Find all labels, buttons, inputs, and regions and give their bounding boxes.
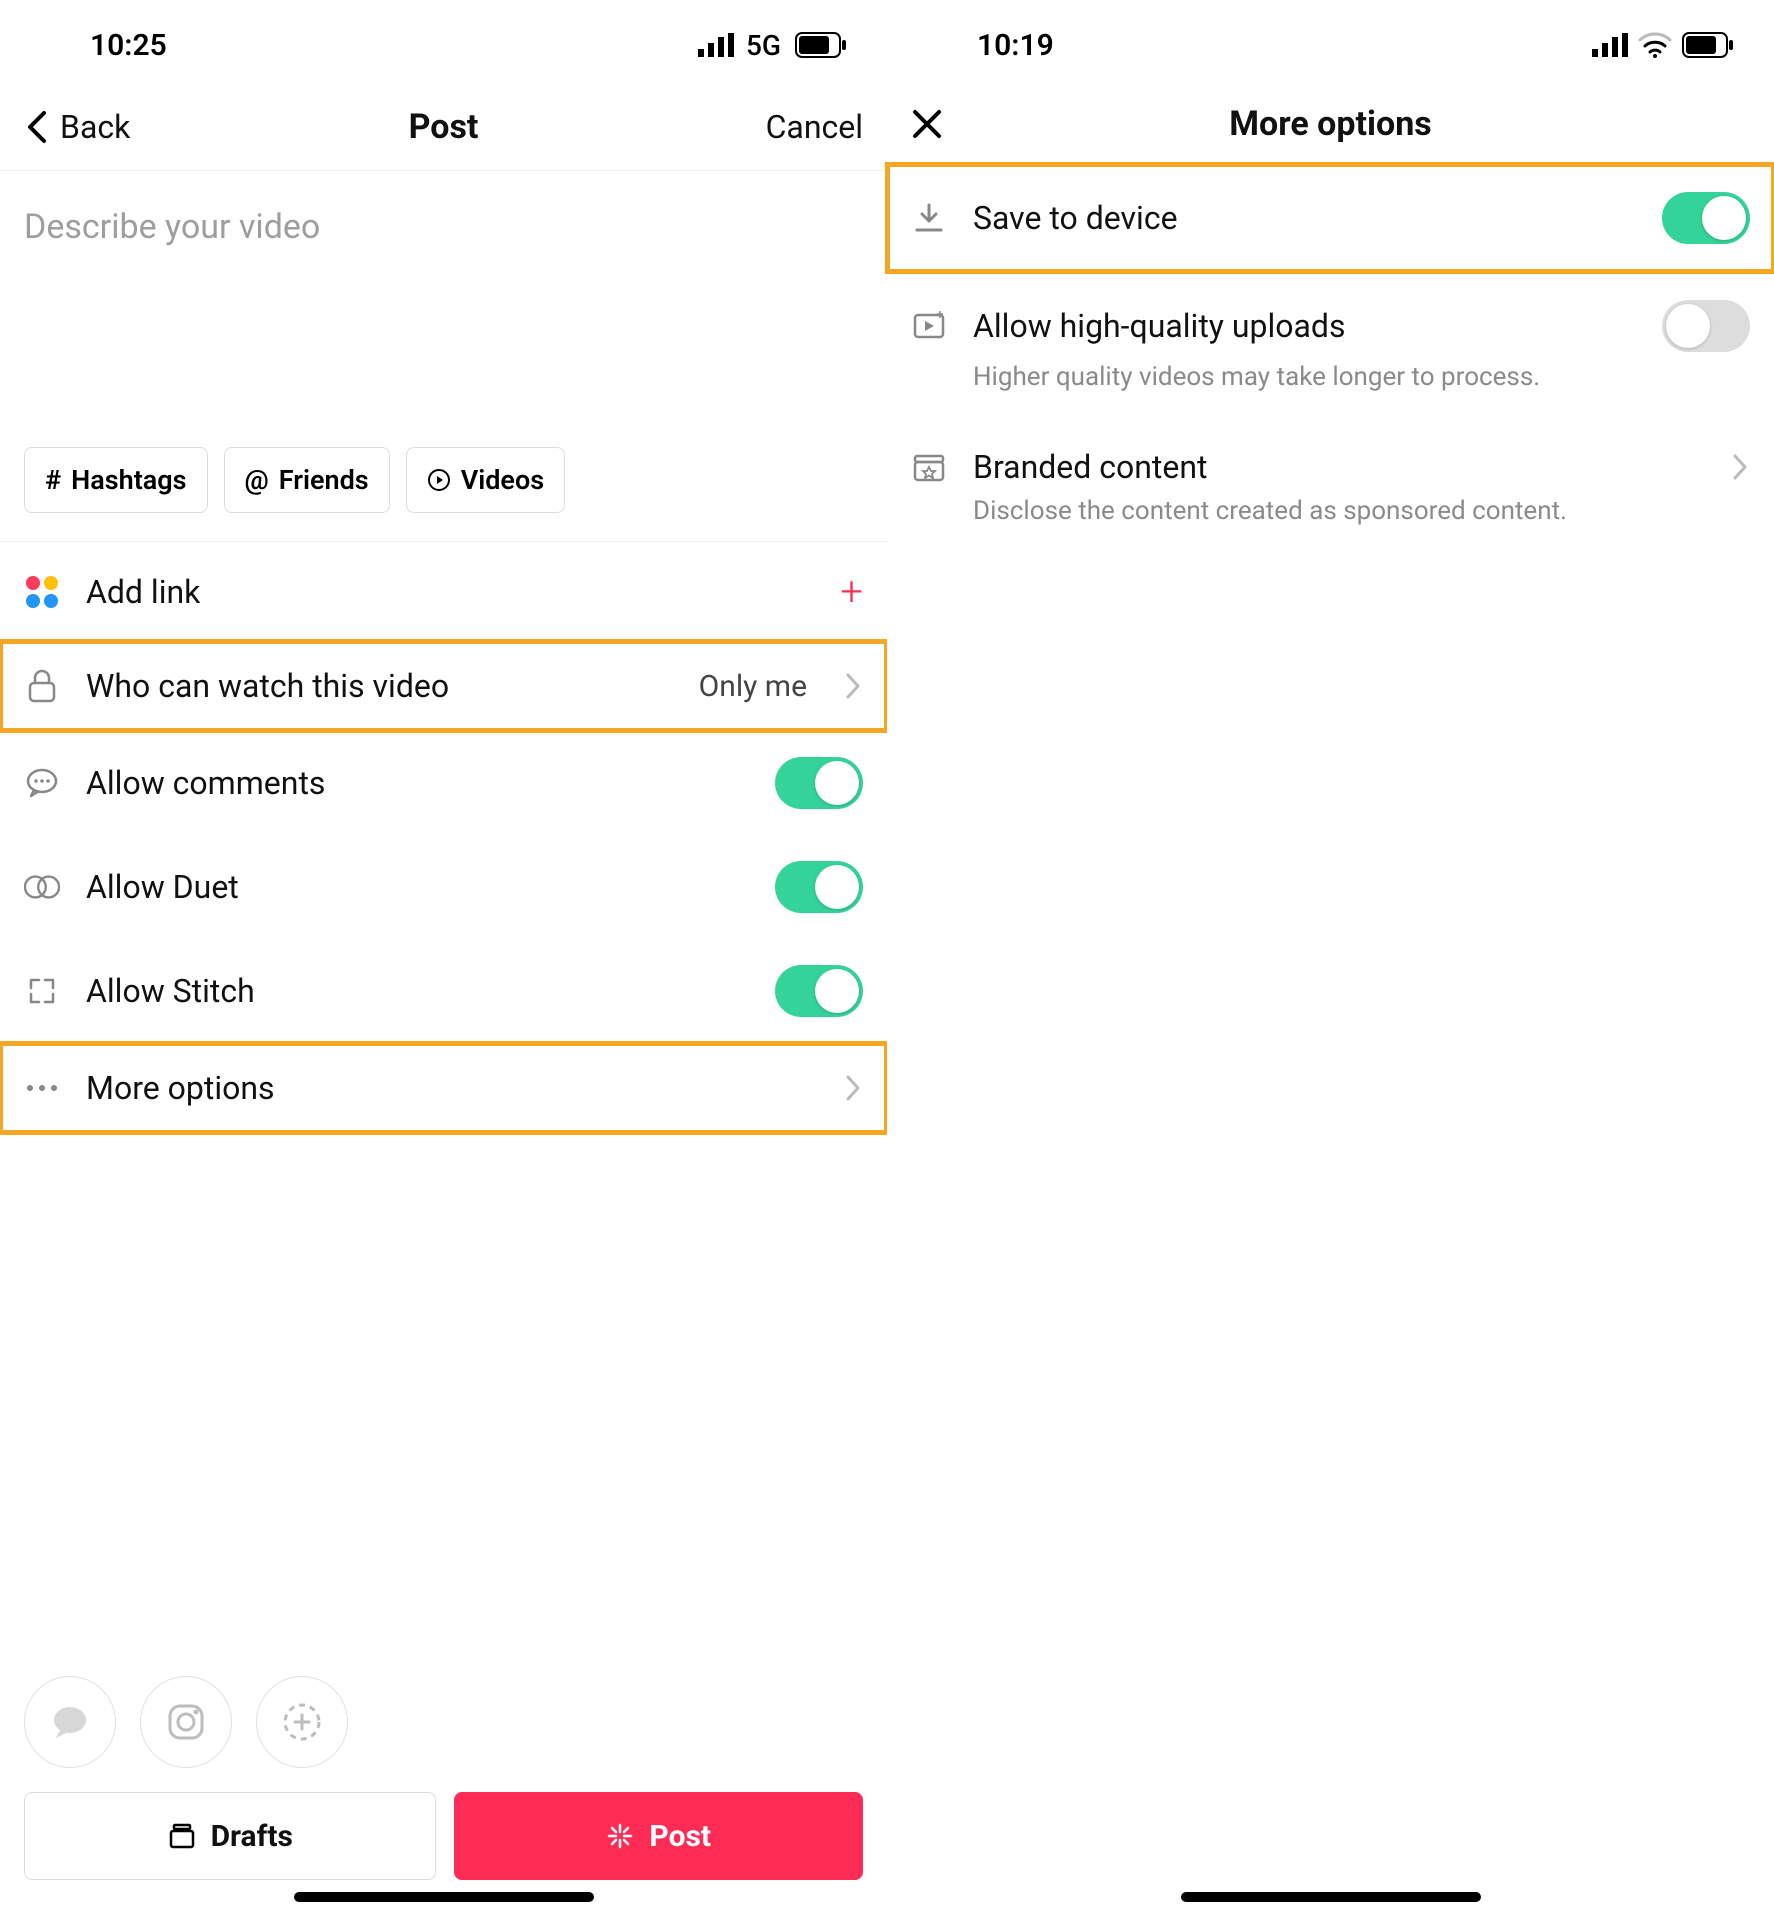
wifi-icon — [1638, 32, 1672, 58]
allow-comments-label: Allow comments — [86, 764, 749, 802]
privacy-row[interactable]: Who can watch this video Only me — [0, 641, 887, 731]
share-story-icon[interactable] — [256, 1676, 348, 1768]
post-label: Post — [649, 1819, 711, 1854]
cellular-icon — [1592, 33, 1628, 57]
drafts-label: Drafts — [211, 1819, 293, 1854]
play-circle-icon — [427, 468, 451, 492]
stitch-icon — [24, 973, 60, 1009]
status-right: 5G — [698, 29, 847, 62]
hash-icon: # — [45, 464, 61, 496]
home-indicator — [1181, 1892, 1481, 1902]
more-options-screen: 10:19 More options Save to device — [887, 0, 1774, 1920]
back-label: Back — [60, 108, 130, 146]
hq-uploads-sub: Higher quality videos may take longer to… — [911, 362, 1750, 392]
allow-stitch-toggle[interactable] — [775, 965, 863, 1017]
link-icon — [24, 574, 60, 610]
add-link-label: Add link — [86, 573, 814, 611]
sparkle-icon — [605, 1821, 635, 1851]
more-icon — [24, 1070, 60, 1106]
chevron-right-icon — [843, 1073, 863, 1103]
download-icon — [911, 200, 947, 236]
hashtags-label: Hashtags — [71, 464, 186, 496]
options-body: Save to device Allow high-quality upload… — [887, 164, 1774, 554]
add-link-row[interactable]: Add link + — [0, 542, 887, 641]
friends-label: Friends — [279, 464, 369, 496]
close-icon — [911, 108, 943, 140]
chevron-right-icon — [1730, 452, 1750, 482]
save-to-device-toggle[interactable] — [1662, 192, 1750, 244]
branded-content-row[interactable]: Branded content Disclose the content cre… — [887, 420, 1774, 554]
privacy-value: Only me — [699, 669, 807, 704]
upload-quality-icon — [911, 308, 947, 344]
status-right — [1592, 32, 1734, 58]
videos-label: Videos — [461, 464, 544, 496]
allow-duet-label: Allow Duet — [86, 868, 749, 906]
allow-comments-toggle[interactable] — [775, 757, 863, 809]
description-input[interactable]: Describe your video — [0, 171, 887, 247]
allow-stitch-row: Allow Stitch — [0, 939, 887, 1043]
network-label: 5G — [746, 29, 781, 62]
share-chat-icon[interactable] — [24, 1676, 116, 1768]
allow-duet-row: Allow Duet — [0, 835, 887, 939]
share-row — [0, 1676, 887, 1792]
battery-icon — [795, 32, 847, 58]
status-bar: 10:25 5G — [0, 0, 887, 90]
branded-label: Branded content — [973, 448, 1704, 486]
status-time: 10:25 — [90, 28, 167, 63]
allow-stitch-label: Allow Stitch — [86, 972, 749, 1010]
branded-sub: Disclose the content created as sponsore… — [911, 496, 1750, 526]
videos-chip[interactable]: Videos — [406, 447, 565, 513]
more-options-row[interactable]: More options — [0, 1043, 887, 1133]
save-to-device-row: Save to device — [887, 164, 1774, 272]
close-button[interactable] — [911, 108, 943, 140]
home-indicator — [294, 1892, 594, 1902]
chevron-right-icon — [843, 671, 863, 701]
branded-icon — [911, 449, 947, 485]
friends-chip[interactable]: @ Friends — [224, 447, 390, 513]
description-placeholder: Describe your video — [24, 207, 863, 247]
cancel-button[interactable]: Cancel — [766, 108, 863, 146]
save-to-device-label: Save to device — [973, 199, 1636, 237]
battery-icon — [1682, 32, 1734, 58]
drafts-icon — [167, 1821, 197, 1851]
hq-uploads-toggle[interactable] — [1662, 300, 1750, 352]
hq-uploads-label: Allow high-quality uploads — [973, 307, 1636, 345]
hq-uploads-row: Allow high-quality uploads Higher qualit… — [887, 272, 1774, 420]
privacy-label: Who can watch this video — [86, 667, 673, 705]
status-bar: 10:19 — [887, 0, 1774, 90]
nav-bar: More options — [887, 90, 1774, 164]
allow-comments-row: Allow comments — [0, 731, 887, 835]
page-title: Post — [409, 107, 479, 147]
chevron-left-icon — [24, 109, 48, 145]
back-button[interactable]: Back — [24, 108, 130, 146]
lock-icon — [24, 668, 60, 704]
nav-bar: Back Post Cancel — [0, 90, 887, 171]
post-button[interactable]: Post — [454, 1792, 864, 1880]
allow-duet-toggle[interactable] — [775, 861, 863, 913]
tag-chips: # Hashtags @ Friends Videos — [0, 247, 887, 541]
page-title: More options — [1229, 104, 1431, 144]
at-icon: @ — [245, 464, 269, 496]
more-options-label: More options — [86, 1069, 817, 1107]
status-time: 10:19 — [977, 28, 1054, 63]
share-instagram-icon[interactable] — [140, 1676, 232, 1768]
comment-icon — [24, 765, 60, 801]
drafts-button[interactable]: Drafts — [24, 1792, 436, 1880]
duet-icon — [24, 869, 60, 905]
hashtags-chip[interactable]: # Hashtags — [24, 447, 208, 513]
cellular-icon — [698, 33, 734, 57]
post-screen: 10:25 5G Back Post Cancel Describe your … — [0, 0, 887, 1920]
plus-icon: + — [840, 568, 863, 615]
